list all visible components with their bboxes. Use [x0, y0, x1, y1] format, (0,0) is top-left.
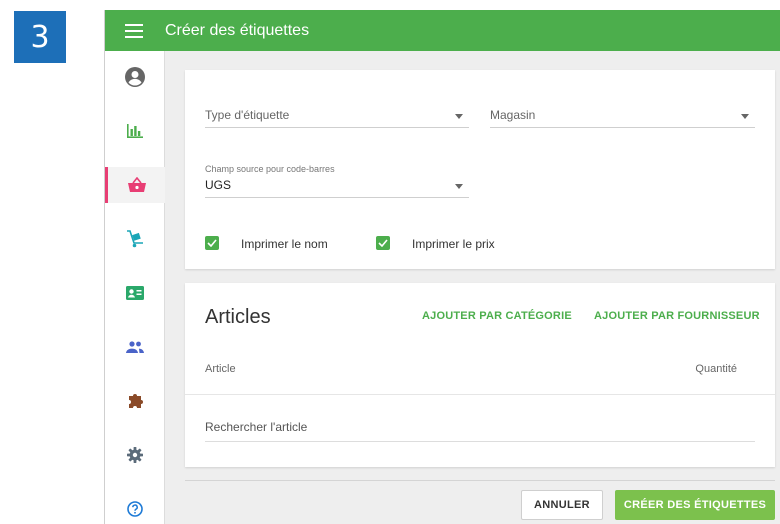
- store-placeholder: Magasin: [490, 108, 536, 122]
- table-divider: [185, 394, 775, 395]
- sidebar-item-addons[interactable]: [105, 383, 165, 419]
- checkmark-icon: [207, 239, 217, 247]
- chevron-down-icon: [741, 114, 749, 119]
- barcode-source-label: Champ source pour code-barres: [205, 164, 335, 174]
- search-underline: [205, 441, 755, 442]
- cancel-button[interactable]: ANNULER: [521, 490, 603, 520]
- store-select[interactable]: Magasin: [490, 106, 755, 128]
- column-header-article: Article: [205, 363, 236, 375]
- sidebar-item-customers[interactable]: [105, 275, 165, 311]
- sidebar-item-inventory[interactable]: [105, 221, 165, 257]
- column-header-quantity: Quantité: [695, 363, 737, 375]
- barcode-source-value: UGS: [205, 178, 232, 192]
- hand-truck-icon: [127, 230, 143, 248]
- chevron-down-icon: [455, 184, 463, 189]
- sidebar-item-employees[interactable]: [105, 329, 165, 365]
- sidebar-item-reports[interactable]: [105, 113, 165, 149]
- add-by-supplier-button[interactable]: AJOUTER PAR FOURNISSEUR: [594, 310, 760, 322]
- articles-title: Articles: [205, 306, 271, 328]
- barcode-source-select[interactable]: UGS: [205, 176, 469, 198]
- sidebar: [105, 51, 165, 524]
- add-by-category-button[interactable]: AJOUTER PAR CATÉGORIE: [422, 310, 572, 322]
- checkmark-icon: [378, 239, 388, 247]
- account-icon: [125, 67, 145, 87]
- gear-icon: [127, 447, 143, 463]
- sidebar-item-products[interactable]: [105, 167, 165, 203]
- print-name-checkbox[interactable]: [205, 236, 219, 250]
- basket-icon: [127, 177, 146, 192]
- hamburger-menu-icon[interactable]: [125, 23, 143, 38]
- puzzle-icon: [129, 394, 143, 408]
- label-type-placeholder: Type d'étiquette: [205, 108, 290, 122]
- step-badge: 3: [14, 11, 66, 63]
- print-price-checkbox[interactable]: [376, 236, 390, 250]
- sidebar-item-help[interactable]: [105, 491, 165, 524]
- label-type-select[interactable]: Type d'étiquette: [205, 106, 469, 128]
- print-name-label: Imprimer le nom: [241, 237, 328, 251]
- chevron-down-icon: [455, 114, 463, 119]
- id-card-icon: [126, 286, 144, 300]
- bar-chart-icon: [127, 124, 143, 138]
- article-search-input[interactable]: [205, 417, 755, 437]
- label-settings-card: Type d'étiquette Magasin Champ source po…: [185, 70, 775, 269]
- sidebar-item-settings[interactable]: [105, 437, 165, 473]
- page-title: Créer des étiquettes: [165, 21, 310, 39]
- help-icon: [127, 501, 143, 517]
- sidebar-item-account[interactable]: [105, 59, 165, 95]
- footer-divider: [185, 480, 775, 481]
- articles-card: Articles AJOUTER PAR CATÉGORIE AJOUTER P…: [185, 283, 775, 467]
- print-price-label: Imprimer le prix: [412, 237, 495, 251]
- top-app-bar: Créer des étiquettes: [105, 10, 780, 51]
- create-labels-button[interactable]: CRÉER DES ÉTIQUETTES: [615, 490, 775, 520]
- app-window: Créer des étiquettes Type d'étiquette Ma…: [104, 10, 780, 524]
- people-icon: [126, 341, 144, 353]
